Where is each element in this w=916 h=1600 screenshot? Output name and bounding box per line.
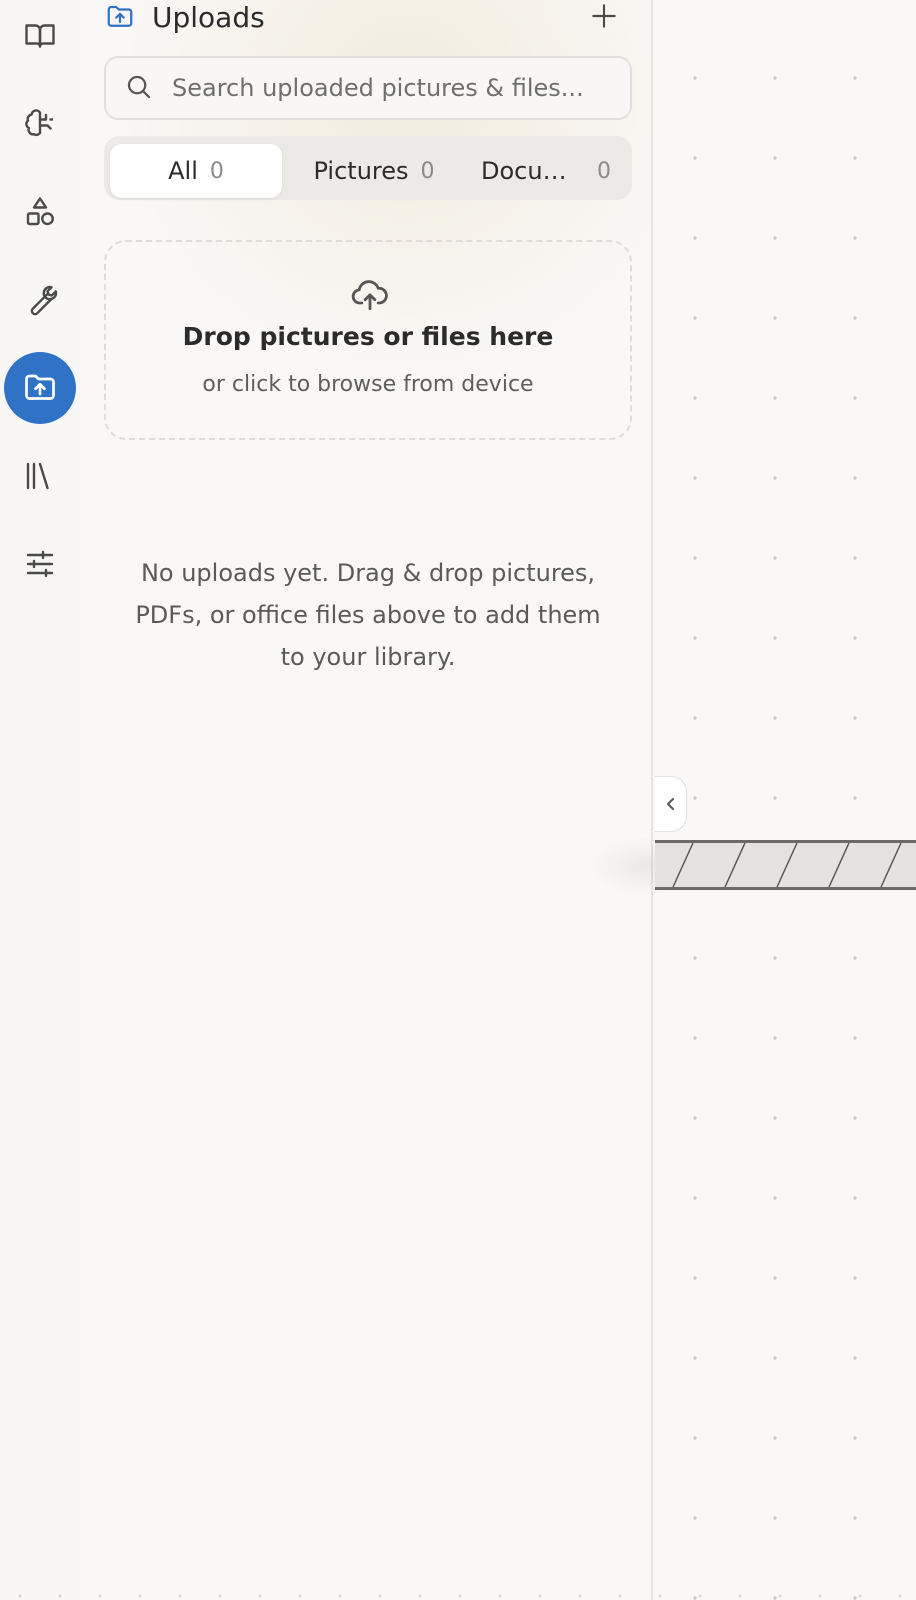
folder-upload-icon [25, 374, 55, 400]
tab-count: 0 [209, 158, 224, 184]
tab-all[interactable]: All 0 [110, 144, 282, 198]
search-box [104, 56, 632, 120]
chevron-left-icon [666, 798, 674, 810]
rail-item-uploads[interactable] [4, 352, 76, 424]
search-input[interactable] [170, 66, 610, 110]
book-open-icon [25, 24, 55, 48]
panel-header: Uploads [104, 0, 624, 38]
filter-tabs: All 0 Pictures 0 Documents 0 [104, 136, 632, 200]
empty-state-message: No uploads yet. Drag & drop pictures, PD… [135, 559, 601, 671]
add-button[interactable] [588, 0, 620, 32]
tab-count: 0 [420, 158, 435, 184]
rail-item-notebooks[interactable] [4, 0, 76, 72]
rail-item-tools[interactable] [4, 264, 76, 336]
rail-item-settings[interactable] [4, 528, 76, 600]
library-icon [26, 462, 49, 490]
shapes-icon [26, 197, 54, 226]
sliders-icon [26, 550, 54, 578]
tab-documents[interactable]: Documents 0 [460, 144, 632, 198]
uploads-panel: Uploads All 0 Pictures 0 Documents 0 Dr [80, 0, 653, 1600]
icon-rail [0, 0, 80, 1600]
search-icon [127, 75, 151, 99]
bar-shadow [590, 836, 660, 896]
tab-label: Pictures [313, 157, 409, 185]
rail-item-brain[interactable] [4, 88, 76, 160]
rail-item-library[interactable] [4, 440, 76, 512]
brain-icon [25, 109, 54, 136]
rail-item-shapes[interactable] [4, 176, 76, 248]
folder-upload-icon [107, 5, 133, 27]
tab-label: All [168, 157, 198, 185]
dropzone-title: Drop pictures or files here [182, 322, 554, 351]
collapse-panel-button[interactable] [655, 776, 687, 832]
upload-dropzone[interactable]: Drop pictures or files here or click to … [104, 240, 632, 440]
page-title: Uploads [152, 1, 265, 34]
stripe-pattern [672, 843, 902, 887]
tab-label: Documents [481, 157, 585, 185]
striped-divider-bar [655, 840, 916, 890]
cloud-upload-icon [351, 280, 388, 311]
tab-pictures[interactable]: Pictures 0 [288, 144, 460, 198]
wrench-icon [30, 285, 58, 316]
bottom-dot-row [0, 1592, 916, 1600]
tab-count: 0 [597, 158, 611, 184]
dropzone-subtitle: or click to browse from device [202, 372, 534, 397]
canvas-area[interactable] [655, 0, 916, 1600]
